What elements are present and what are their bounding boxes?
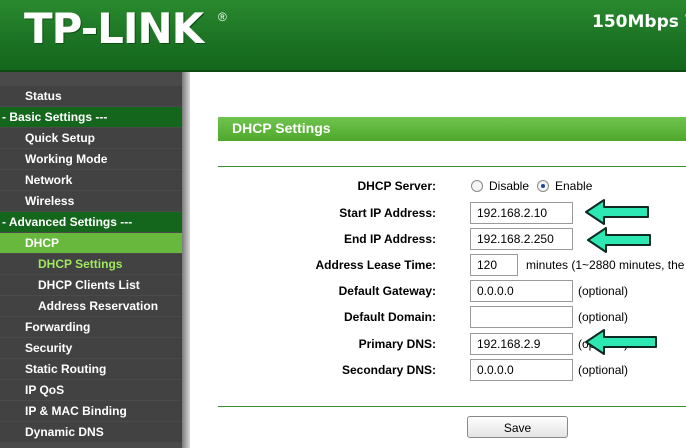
default-gateway-label: Default Gateway: — [338, 284, 436, 298]
sidebar-item-dhcp[interactable]: DHCP — [0, 233, 182, 253]
sidebar-group-basic-settings: - Basic Settings --- — [0, 107, 182, 127]
sidebar-edge — [182, 72, 190, 448]
registered-mark: ® — [218, 10, 227, 24]
page-title: DHCP Settings — [232, 120, 331, 136]
sidebar-item-dhcp-settings[interactable]: DHCP Settings — [0, 254, 182, 274]
lease-time-input[interactable] — [470, 254, 518, 276]
sidebar-item-static-routing[interactable]: Static Routing — [0, 359, 182, 379]
brand-logo: TP-LINK — [24, 4, 204, 53]
secondary-dns-input[interactable] — [470, 359, 573, 381]
bottom-divider — [218, 406, 686, 407]
sidebar-item-quick-setup[interactable]: Quick Setup — [0, 128, 182, 148]
start-ip-input[interactable] — [470, 202, 573, 224]
end-ip-input[interactable] — [470, 228, 573, 250]
dhcp-disable-label: Disable — [489, 179, 530, 193]
lease-time-hint: minutes (1~2880 minutes, the — [526, 258, 685, 272]
sidebar-group-advanced-settings: - Advanced Settings --- — [0, 212, 182, 232]
start-ip-label: Start IP Address: — [339, 206, 436, 220]
dhcp-server-label: DHCP Server: — [357, 179, 436, 193]
sidebar-item-working-mode[interactable]: Working Mode — [0, 149, 182, 169]
arrow-icon — [587, 227, 651, 253]
secondary-dns-label: Secondary DNS: — [341, 363, 436, 377]
sidebar-item-status[interactable]: Status — [0, 86, 182, 106]
sidebar-item-address-reservation[interactable]: Address Reservation — [0, 296, 182, 316]
dhcp-disable-radio[interactable] — [471, 180, 483, 192]
primary-dns-input[interactable] — [470, 333, 573, 355]
sidebar-item-security[interactable]: Security — [0, 338, 182, 358]
sidebar-menu: Status - Basic Settings --- Quick Setup … — [0, 86, 182, 443]
sidebar-item-wireless[interactable]: Wireless — [0, 191, 182, 211]
default-gateway-input[interactable] — [470, 280, 573, 302]
default-domain-label: Default Domain: — [343, 310, 436, 324]
sidebar-item-forwarding[interactable]: Forwarding — [0, 317, 182, 337]
default-domain-hint: (optional) — [578, 310, 629, 324]
arrow-icon — [585, 329, 657, 355]
sidebar-item-dhcp-clients-list[interactable]: DHCP Clients List — [0, 275, 182, 295]
primary-dns-label: Primary DNS: — [358, 337, 436, 351]
secondary-dns-hint: (optional) — [578, 363, 629, 377]
model-name: 150Mbps W — [592, 12, 686, 32]
sidebar-item-network[interactable]: Network — [0, 170, 182, 190]
header-banner: TP-LINK ® 150Mbps W — [0, 0, 686, 70]
dhcp-enable-radio[interactable] — [537, 180, 549, 192]
default-domain-input[interactable] — [470, 306, 573, 328]
sidebar-item-ip-mac-binding[interactable]: IP & MAC Binding — [0, 401, 182, 421]
end-ip-label: End IP Address: — [343, 232, 436, 246]
lease-time-label: Address Lease Time: — [315, 258, 437, 272]
page-title-bar: DHCP Settings — [218, 117, 686, 141]
top-divider — [218, 166, 686, 167]
sidebar-item-ip-qos[interactable]: IP QoS — [0, 380, 182, 400]
sidebar-item-dynamic-dns[interactable]: Dynamic DNS — [0, 422, 182, 442]
default-gateway-hint: (optional) — [578, 284, 629, 298]
save-button[interactable]: Save — [467, 416, 568, 438]
dhcp-enable-label: Enable — [555, 179, 593, 193]
